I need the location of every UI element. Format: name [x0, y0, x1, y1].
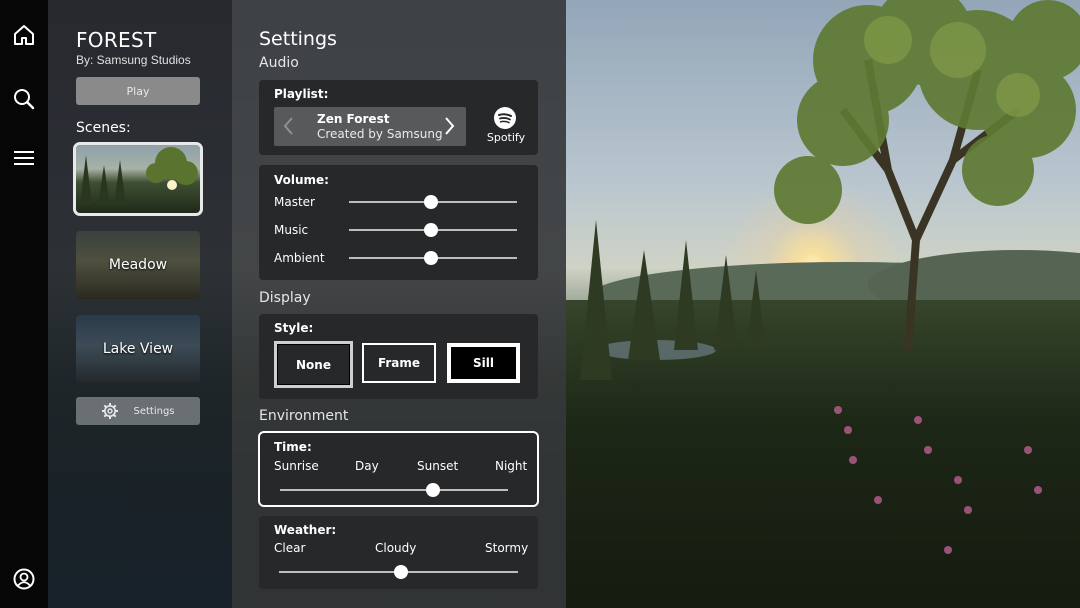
master-volume-knob[interactable] [424, 195, 439, 209]
weather-slider-knob[interactable] [393, 565, 408, 579]
spotify-icon [494, 107, 516, 129]
time-slider[interactable] [280, 489, 508, 491]
volume-label: Volume: [274, 173, 329, 187]
music-volume-knob[interactable] [424, 223, 439, 237]
scene-card-label: Lake View [102, 341, 174, 357]
app-title: FOREST [76, 28, 157, 52]
time-slider-knob[interactable] [425, 483, 440, 497]
style-option-none[interactable]: None [274, 341, 353, 388]
scenes-heading: Scenes: [76, 120, 131, 136]
home-icon[interactable] [12, 23, 36, 47]
scene-card-lake-view[interactable]: Lake View [76, 315, 200, 383]
environment-section-heading: Environment [259, 408, 349, 424]
weather-option-stormy: Stormy [485, 541, 529, 555]
scene-card-meadow[interactable]: Meadow [76, 231, 200, 299]
time-card[interactable]: Time: Sunrise Day Sunset Night [258, 431, 539, 507]
time-option-night: Night [495, 459, 528, 473]
settings-panel: Settings Audio Playlist: Zen Forest Crea… [232, 0, 566, 608]
playlist-selector[interactable]: Zen Forest Created by Samsung [274, 107, 466, 146]
ambient-volume-knob[interactable] [424, 251, 439, 265]
playlist-card: Playlist: Zen Forest Created by Samsung … [259, 80, 538, 155]
search-icon[interactable] [12, 87, 36, 111]
playlist-label: Playlist: [274, 87, 329, 101]
style-label: Style: [274, 321, 314, 335]
settings-title: Settings [259, 28, 337, 50]
weather-card: Weather: Clear Cloudy Stormy [259, 516, 538, 589]
chevron-left-icon[interactable] [282, 115, 296, 141]
style-option-frame[interactable]: Frame [362, 343, 436, 383]
app-byline: By: Samsung Studios [76, 53, 191, 67]
time-option-sunrise: Sunrise [274, 459, 319, 473]
spotify-label: Spotify [486, 131, 526, 144]
playlist-name: Zen Forest [317, 112, 390, 126]
settings-button-label: Settings [133, 405, 175, 417]
play-button[interactable]: Play [76, 77, 200, 105]
menu-icon[interactable] [12, 146, 36, 170]
gear-icon [102, 403, 119, 419]
time-option-sunset: Sunset [417, 459, 459, 473]
account-icon[interactable] [12, 567, 36, 591]
settings-button[interactable]: Settings [76, 397, 200, 425]
nav-rail [0, 0, 48, 608]
scene-browser-panel: FOREST By: Samsung Studios Play Scenes: … [48, 0, 232, 608]
slider-label-ambient: Ambient [274, 251, 325, 265]
display-section-heading: Display [259, 290, 311, 306]
volume-card: Volume: Master Music Ambient [259, 165, 538, 280]
style-option-sill[interactable]: Sill [447, 343, 520, 383]
slider-label-master: Master [274, 195, 315, 209]
weather-option-cloudy: Cloudy [375, 541, 417, 555]
weather-label: Weather: [274, 523, 337, 537]
scene-card-forest[interactable] [73, 142, 203, 216]
time-option-day: Day [355, 459, 379, 473]
playlist-creator: Created by Samsung [317, 127, 443, 141]
style-card: Style: None Frame Sill [259, 314, 538, 399]
weather-option-clear: Clear [274, 541, 306, 555]
chevron-right-icon[interactable] [442, 115, 456, 141]
slider-label-music: Music [274, 223, 309, 237]
scene-card-label: Meadow [108, 257, 168, 273]
spotify-button[interactable]: Spotify [483, 105, 529, 147]
audio-section-heading: Audio [259, 55, 299, 71]
time-label: Time: [274, 440, 312, 454]
